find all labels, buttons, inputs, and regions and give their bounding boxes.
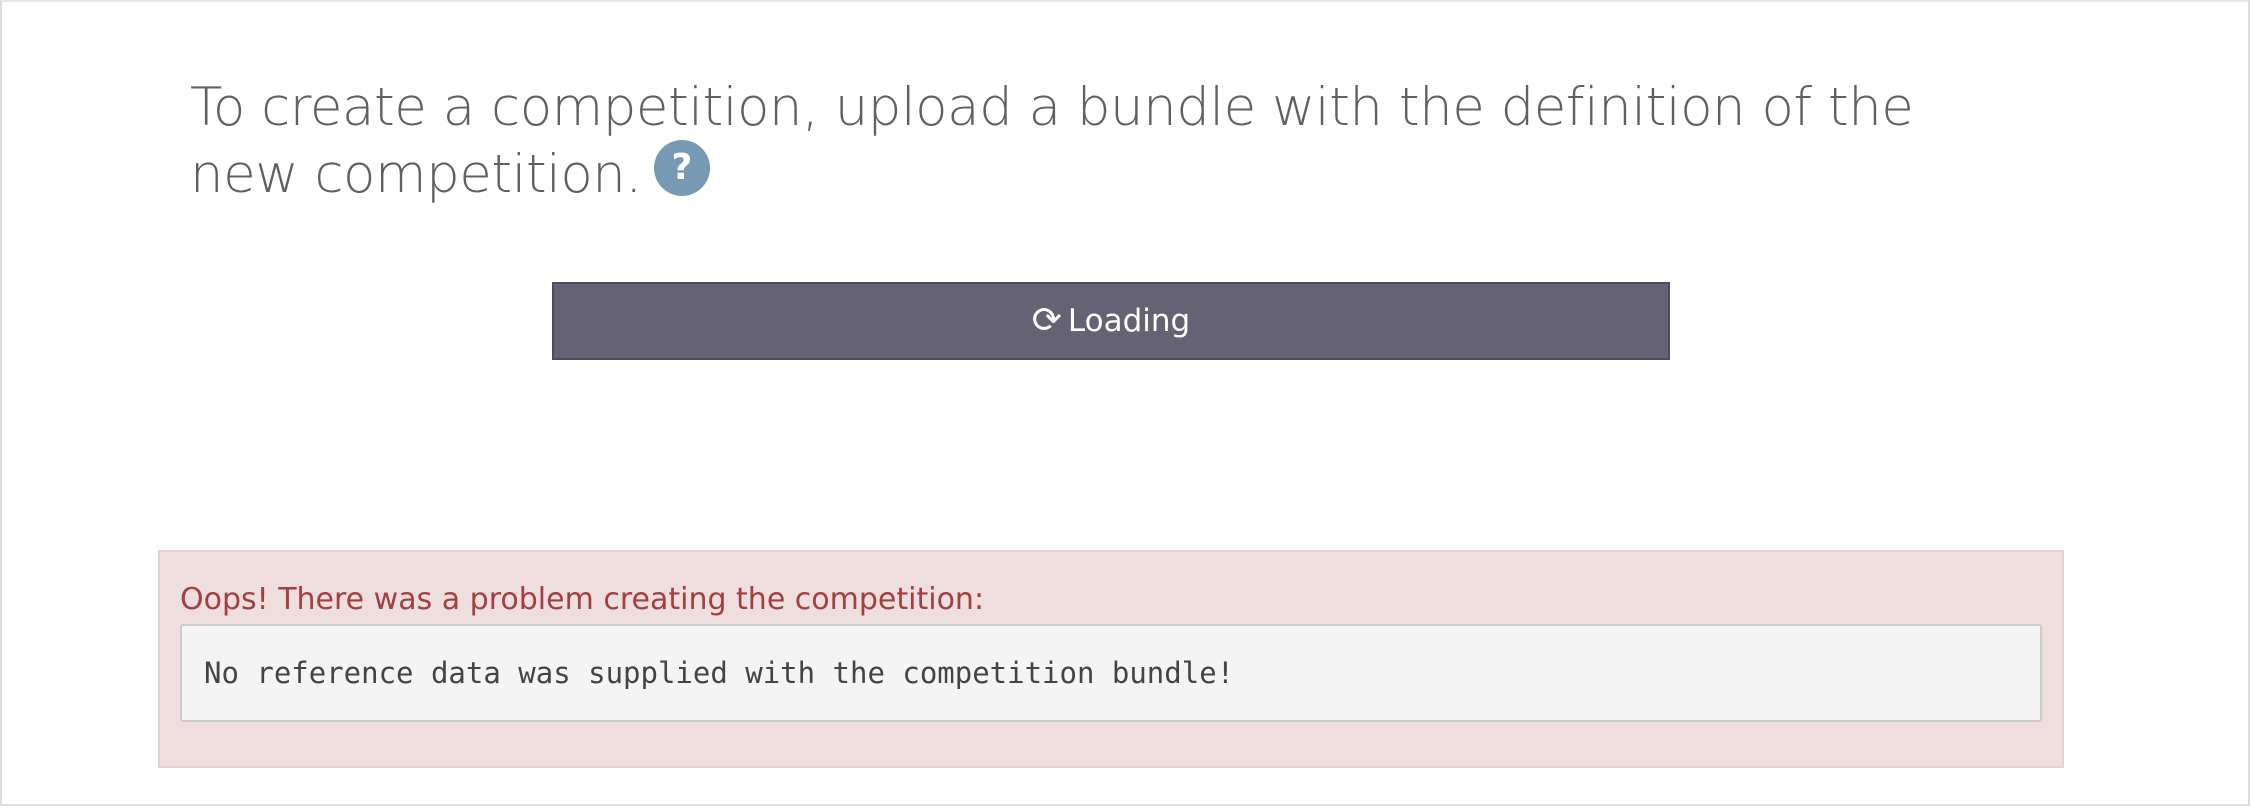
error-title: Oops! There was a problem creating the c… [180,582,985,617]
upload-loading-button[interactable]: ⟳ Loading [552,282,1670,360]
loading-button-label: Loading [1067,303,1191,339]
error-message: No reference data was supplied with the … [180,624,2042,722]
refresh-icon: ⟳ [1031,300,1062,341]
page-frame: To create a competition, upload a bundle… [0,0,2250,806]
heading-text: To create a competition, upload a bundle… [190,77,1914,205]
error-alert: Oops! There was a problem creating the c… [158,550,2064,768]
help-question-icon[interactable]: ? [653,140,710,197]
page-heading: To create a competition, upload a bundle… [190,74,1940,208]
